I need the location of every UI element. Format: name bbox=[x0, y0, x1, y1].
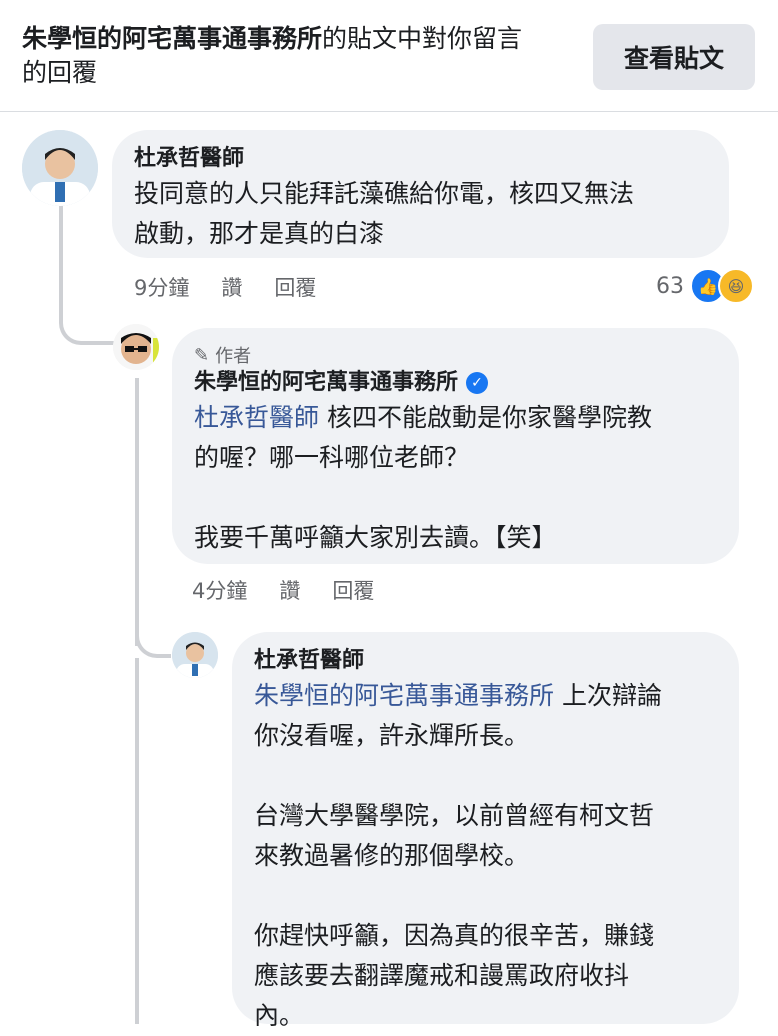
comment-text: 朱學恒的阿宅萬事通事務所 上次辯論你沒看喔，許永輝所長。 台灣大學醫學院，以前曾… bbox=[254, 676, 717, 1036]
reaction-count: 63 bbox=[656, 273, 684, 299]
header-title: 朱學恒的阿宅萬事通事務所的貼文中對你留言 的回覆 bbox=[22, 22, 582, 90]
verified-icon: ✓ bbox=[466, 372, 489, 394]
comment-author[interactable]: 杜承哲醫師 bbox=[254, 646, 717, 676]
reaction-summary[interactable]: 63 👍 😆 bbox=[656, 268, 754, 304]
like-button[interactable]: 讚 bbox=[279, 575, 300, 605]
comment-text-line1: 上次辯論 bbox=[554, 681, 662, 710]
avatar[interactable] bbox=[22, 130, 98, 206]
comment-author: 朱學恒的阿宅萬事通事務所 ✓ bbox=[194, 368, 717, 398]
comment-bubble: 杜承哲醫師 朱學恒的阿宅萬事通事務所 上次辯論你沒看喔，許永輝所長。 台灣大學醫… bbox=[232, 632, 739, 1030]
author-badge: ✎ 作者 bbox=[194, 342, 717, 368]
comment-bubble: 杜承哲醫師 投同意的人只能拜託藻礁給你電，核四又無法 啟動，那才是真的白漆 bbox=[112, 130, 729, 258]
comment-author[interactable]: 杜承哲醫師 bbox=[134, 144, 707, 174]
view-post-button[interactable]: 查看貼文 bbox=[593, 24, 755, 90]
haha-icon: 😆 bbox=[718, 268, 754, 304]
comment-text: 投同意的人只能拜託藻礁給你電，核四又無法 啟動，那才是真的白漆 bbox=[134, 179, 635, 248]
thread-line-3 bbox=[135, 658, 139, 1024]
comment-actions: 9分鐘 讚 回覆 bbox=[134, 272, 316, 302]
comment-text-rest: 你沒看喔，許永輝所長。 台灣大學醫學院，以前曾經有柯文哲 來教過暑修的那個學校。… bbox=[254, 721, 655, 1030]
reply-button[interactable]: 回覆 bbox=[274, 272, 316, 302]
avatar[interactable] bbox=[172, 632, 218, 678]
thread-curve-1 bbox=[59, 285, 115, 345]
thread-curve-2 bbox=[135, 620, 171, 658]
mention-link[interactable]: 朱學恒的阿宅萬事通事務所 bbox=[254, 681, 554, 710]
thread-line-2 bbox=[135, 378, 139, 646]
comment-time[interactable]: 9分鐘 bbox=[134, 272, 189, 302]
avatar[interactable] bbox=[113, 324, 159, 370]
like-button[interactable]: 讚 bbox=[221, 272, 242, 302]
reply-button[interactable]: 回覆 bbox=[332, 575, 374, 605]
comment-text-line1: 核四不能啟動是你家醫學院教 bbox=[319, 403, 652, 432]
pencil-icon: ✎ bbox=[194, 344, 210, 366]
mention-link[interactable]: 杜承哲醫師 bbox=[194, 403, 319, 432]
thread-line-1 bbox=[59, 205, 63, 285]
comment-author-name[interactable]: 朱學恒的阿宅萬事通事務所 bbox=[194, 370, 458, 395]
comment-text-rest: 的喔？哪一科哪位老師？ 我要千萬呼籲大家別去讀。【笑】 bbox=[194, 443, 557, 552]
header-title-rest: 的貼文中對你留言 bbox=[322, 24, 523, 53]
page-name[interactable]: 朱學恒的阿宅萬事通事務所 bbox=[22, 24, 322, 53]
author-tag-label: 作者 bbox=[215, 346, 252, 367]
comment-text: 杜承哲醫師 核四不能啟動是你家醫學院教的喔？哪一科哪位老師？ 我要千萬呼籲大家別… bbox=[194, 398, 717, 558]
comment-bubble: ✎ 作者 朱學恒的阿宅萬事通事務所 ✓ 杜承哲醫師 核四不能啟動是你家醫學院教的喔… bbox=[172, 328, 739, 564]
comment-time[interactable]: 4分鐘 bbox=[192, 575, 247, 605]
header-title-line2: 的回覆 bbox=[22, 58, 98, 87]
notification-header: 朱學恒的阿宅萬事通事務所的貼文中對你留言 的回覆 查看貼文 bbox=[0, 0, 778, 112]
comment-actions: 4分鐘 讚 回覆 bbox=[192, 575, 374, 605]
